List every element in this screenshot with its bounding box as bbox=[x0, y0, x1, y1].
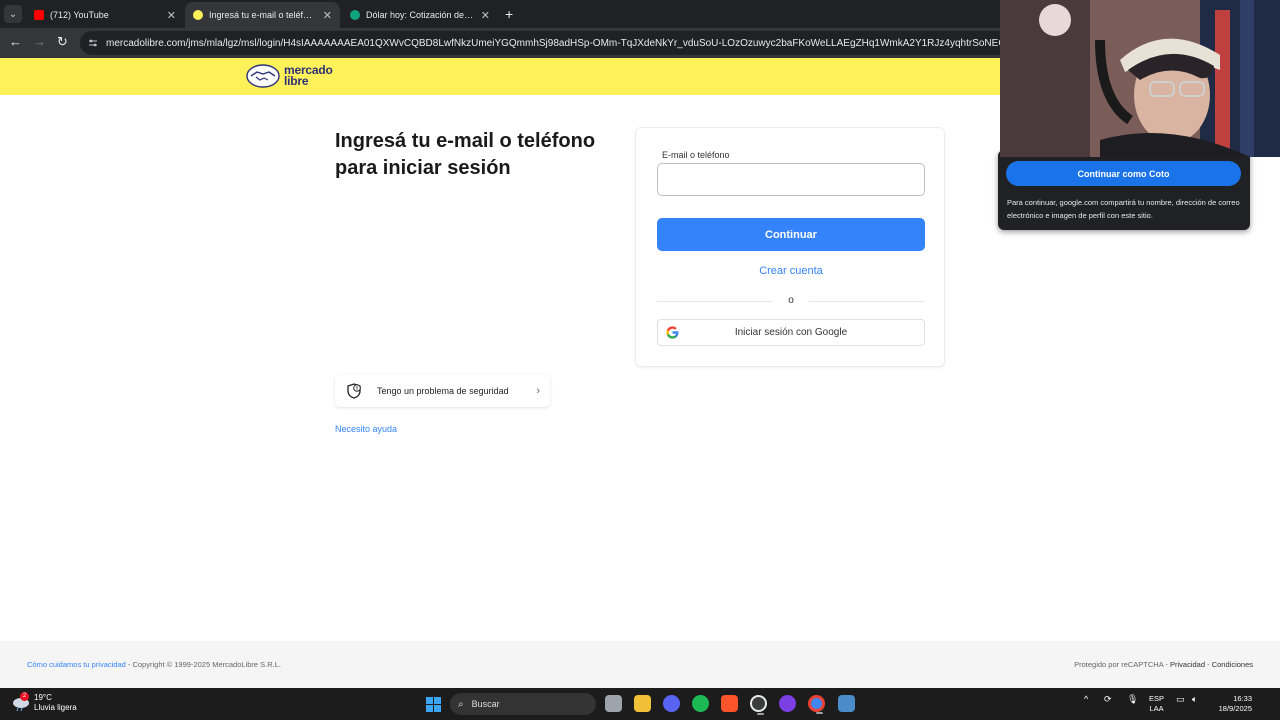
google-one-tap-popup: Continuar como Coto Para continuar, goog… bbox=[998, 150, 1250, 230]
create-account-link[interactable]: Crear cuenta bbox=[636, 265, 946, 277]
chatgpt-icon bbox=[350, 10, 360, 20]
footer-separator: - bbox=[1207, 660, 1210, 669]
tab-title: Dólar hoy: Cotización del dólar bbox=[366, 10, 475, 20]
calculator-icon[interactable] bbox=[838, 695, 855, 712]
lang-line1: ESP bbox=[1149, 694, 1165, 703]
continue-as-user-button[interactable]: Continuar como Coto bbox=[1006, 161, 1241, 186]
tab-mercadolibre-login[interactable]: Ingresá tu e-mail o teléfono para inicia… bbox=[185, 2, 340, 28]
footer-left: Cómo cuidamos tu privacidad - Copyright … bbox=[27, 660, 281, 669]
recaptcha-terms-link[interactable]: Condiciones bbox=[1212, 660, 1253, 669]
reload-icon[interactable]: ↻ bbox=[57, 34, 68, 50]
app-icon[interactable] bbox=[779, 695, 796, 712]
url-text: mercadolibre.com/jms/mla/lgz/msl/login/H… bbox=[106, 37, 1101, 49]
logo-wordmark: mercado libre bbox=[284, 64, 333, 88]
footer-right: Protegido por reCAPTCHA - Privacidad - C… bbox=[1074, 660, 1253, 669]
google-signin-button[interactable]: Iniciar sesión con Google bbox=[657, 319, 925, 346]
forward-arrow-icon[interactable]: → bbox=[33, 34, 46, 49]
tab-title: (712) YouTube bbox=[50, 10, 109, 20]
page-footer: Cómo cuidamos tu privacidad - Copyright … bbox=[0, 641, 1280, 688]
close-tab-icon[interactable]: ✕ bbox=[481, 9, 490, 22]
file-explorer-icon[interactable] bbox=[634, 695, 651, 712]
search-icon: ⌕ bbox=[458, 698, 464, 710]
back-arrow-icon[interactable]: ← bbox=[9, 34, 22, 49]
recaptcha-privacy-link[interactable]: Privacidad bbox=[1170, 660, 1205, 669]
task-view-icon[interactable] bbox=[605, 695, 622, 712]
discord-icon[interactable] bbox=[663, 695, 680, 712]
site-settings-icon[interactable] bbox=[88, 38, 98, 48]
clock[interactable]: 16:33 18/9/2025 bbox=[1212, 694, 1252, 714]
close-tab-icon[interactable]: ✕ bbox=[323, 9, 332, 22]
chrome-icon[interactable] bbox=[808, 695, 825, 714]
rain-cloud-icon: 2 bbox=[12, 692, 30, 712]
chevron-up-icon[interactable]: ^ bbox=[1084, 694, 1088, 704]
chevron-right-icon: › bbox=[536, 384, 540, 397]
google-icon bbox=[666, 326, 679, 339]
divider-line bbox=[809, 301, 925, 302]
security-problem-button[interactable]: Tengo un problema de seguridad › bbox=[335, 374, 550, 407]
network-icon[interactable]: ▭ bbox=[1176, 694, 1185, 705]
search-label: Buscar bbox=[471, 699, 500, 709]
page-title: Ingresá tu e-mail o teléfono para inicia… bbox=[335, 130, 596, 179]
shield-alert-icon bbox=[347, 382, 361, 399]
weather-temp: 19°C bbox=[34, 693, 52, 702]
microphone-icon[interactable]: 🎙︎ bbox=[1127, 694, 1138, 705]
copyright-text: - Copyright © 1999-2025 MercadoLibre S.R… bbox=[127, 660, 281, 669]
brave-icon[interactable] bbox=[721, 695, 738, 712]
webcam-overlay bbox=[1000, 0, 1280, 157]
privacy-policy-link[interactable]: Cómo cuidamos tu privacidad bbox=[27, 660, 126, 669]
security-problem-label: Tengo un problema de seguridad bbox=[377, 385, 509, 396]
language-indicator[interactable]: ESP LAA bbox=[1149, 694, 1164, 714]
email-field[interactable] bbox=[657, 163, 925, 196]
login-card: E-mail o teléfono Continuar Crear cuenta… bbox=[635, 127, 945, 367]
logo-line2: libre bbox=[284, 74, 309, 88]
mercadolibre-logo[interactable]: mercado libre bbox=[246, 64, 333, 88]
tab-youtube[interactable]: (712) YouTube ✕ bbox=[26, 2, 184, 28]
or-divider: o bbox=[657, 295, 925, 307]
sync-icon[interactable]: ⟳ bbox=[1104, 694, 1112, 705]
volume-icon[interactable]: 🔈︎ bbox=[1192, 694, 1197, 705]
mercadolibre-icon bbox=[193, 10, 203, 20]
spotify-icon[interactable] bbox=[692, 695, 709, 712]
email-field-label: E-mail o teléfono bbox=[662, 150, 730, 160]
handshake-logo-icon bbox=[246, 64, 280, 88]
tab-search-button[interactable]: ⌄ bbox=[4, 5, 22, 23]
close-tab-icon[interactable]: ✕ bbox=[167, 9, 176, 22]
obs-icon[interactable] bbox=[750, 695, 767, 715]
recaptcha-text: Protegido por reCAPTCHA - bbox=[1074, 660, 1168, 669]
windows-start-icon[interactable] bbox=[426, 697, 441, 712]
clock-date: 18/9/2025 bbox=[1218, 704, 1252, 713]
weather-desc: Lluvia ligera bbox=[34, 703, 77, 712]
new-tab-icon[interactable]: + bbox=[505, 6, 513, 22]
help-link[interactable]: Necesito ayuda bbox=[335, 424, 397, 434]
google-signin-label: Iniciar sesión con Google bbox=[734, 327, 848, 338]
weather-badge: 2 bbox=[20, 692, 29, 701]
tab-title: Ingresá tu e-mail o teléfono para inicia… bbox=[209, 10, 317, 20]
clock-time: 16:33 bbox=[1233, 694, 1252, 703]
one-tap-notice: Para continuar, google.com compartirá tu… bbox=[1007, 198, 1240, 220]
webcam-person-image bbox=[1000, 0, 1280, 157]
youtube-icon bbox=[34, 10, 44, 20]
weather-widget[interactable]: 2 19°C Lluvia ligera bbox=[12, 692, 77, 713]
continue-button[interactable]: Continuar bbox=[657, 218, 925, 251]
taskbar-search[interactable]: ⌕ Buscar bbox=[450, 693, 596, 715]
lang-line2: LAA bbox=[1149, 704, 1164, 713]
windows-taskbar: 2 19°C Lluvia ligera ⌕ Buscar ^ ⟳ 🎙︎ ESP… bbox=[0, 688, 1280, 720]
tab-dolar-hoy[interactable]: Dólar hoy: Cotización del dólar ✕ bbox=[342, 2, 498, 28]
